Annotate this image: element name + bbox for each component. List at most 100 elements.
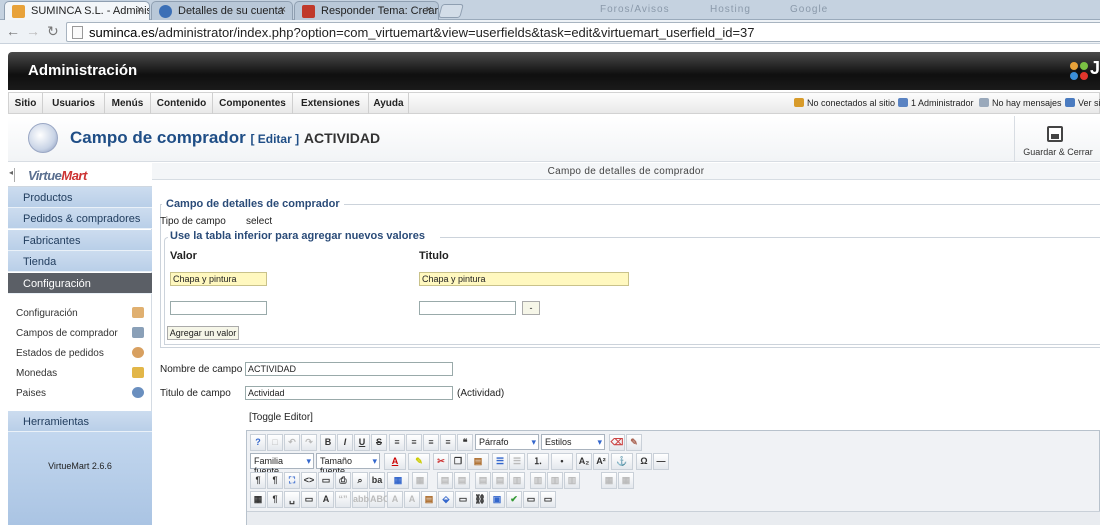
title-input[interactable] [419, 301, 516, 315]
attribs-icon[interactable]: ▤ [421, 491, 437, 508]
menu-componentes[interactable]: Componentes [213, 93, 293, 114]
pagebreak-icon[interactable]: ▭ [523, 491, 539, 508]
undo-icon[interactable]: ↶ [284, 434, 300, 451]
underline-icon[interactable]: U [354, 434, 370, 451]
align-center-icon[interactable]: ≡ [406, 434, 422, 451]
format-select[interactable]: Párrafo [475, 434, 539, 450]
rtl-icon[interactable]: ¶ [267, 472, 283, 489]
cell-props-icon[interactable]: ▦ [618, 472, 634, 489]
ins-icon[interactable]: A [404, 491, 420, 508]
url-input[interactable]: suminca.es/administrator/index.php?optio… [66, 22, 1100, 42]
anchor-icon[interactable]: ⚓ [611, 453, 633, 470]
ltr-icon[interactable]: ¶ [250, 472, 266, 489]
close-icon[interactable]: × [137, 4, 143, 16]
indent-icon[interactable]: ☰ [509, 453, 525, 470]
sidebar-item-productos[interactable]: Productos [8, 187, 152, 208]
cut-icon[interactable]: ✂ [433, 453, 449, 470]
sidebar-subitem-monedas[interactable]: Monedas [16, 367, 144, 379]
value-input[interactable]: Chapa y pintura [170, 272, 267, 286]
subscript-icon[interactable]: A₂ [576, 453, 592, 470]
find-icon[interactable]: ⌕ [352, 472, 368, 489]
menu-contenido[interactable]: Contenido [151, 93, 213, 114]
close-icon[interactable]: × [426, 4, 432, 16]
reload-icon[interactable]: ↻ [47, 23, 59, 40]
html-source-icon[interactable]: <> [301, 472, 317, 489]
highlight-icon[interactable]: ✎ [408, 453, 430, 470]
title-input[interactable]: Chapa y pintura [419, 272, 629, 286]
col-after-icon[interactable]: ▥ [547, 472, 563, 489]
editor-content-area[interactable] [247, 511, 1100, 525]
field-name-input[interactable]: ACTIVIDAD [245, 362, 453, 376]
align-justify-icon[interactable]: ≡ [440, 434, 456, 451]
table-props-icon[interactable]: ▦ [412, 472, 428, 489]
sidebar-subitem-campos[interactable]: Campos de comprador [16, 327, 144, 339]
menu-sitio[interactable]: Sitio [9, 93, 43, 114]
align-left-icon[interactable]: ≡ [389, 434, 405, 451]
split-cells-icon[interactable]: ▥ [509, 472, 525, 489]
styleprops-icon[interactable]: A [318, 491, 334, 508]
status-admins[interactable]: 1 Administrador [898, 98, 974, 108]
sidebar-item-pedidos[interactable]: Pedidos & compradores [8, 208, 152, 229]
special-char-icon[interactable]: Ω [636, 453, 652, 470]
abbr-icon[interactable]: abbr [352, 491, 373, 508]
status-visitors[interactable]: No conectados al sitio [794, 98, 895, 108]
sidebar-item-fabricantes[interactable]: Fabricantes [8, 230, 152, 251]
save-close-button[interactable]: Guardar & Cerrar [1014, 116, 1100, 162]
forward-icon[interactable]: → [26, 23, 40, 39]
tab-detalles[interactable]: Detalles de su cuenta × [151, 1, 293, 20]
tab-suminca[interactable]: SUMINCA S.L. - Administr × [4, 1, 150, 20]
replace-icon[interactable]: ba [369, 472, 385, 489]
numbered-list-icon[interactable]: ⒈ [527, 453, 549, 470]
strikethrough-icon[interactable]: S [371, 434, 387, 451]
row-props-icon[interactable]: ▤ [475, 472, 491, 489]
font-family-select[interactable]: Familia fuente [250, 453, 314, 476]
readmore-icon[interactable]: ▭ [540, 491, 556, 508]
toggle-editor-link[interactable]: [Toggle Editor] [249, 412, 313, 423]
redo-icon[interactable]: ↷ [301, 434, 317, 451]
layer-up-icon[interactable]: ▭ [455, 491, 471, 508]
align-right-icon[interactable]: ≡ [423, 434, 439, 451]
sidebar-item-herramientas[interactable]: Herramientas [8, 411, 152, 432]
row-after-icon[interactable]: ▤ [454, 472, 470, 489]
field-title-input[interactable]: Actividad [245, 386, 453, 400]
remove-value-button[interactable]: - [522, 301, 540, 315]
copy-icon[interactable]: ❐ [450, 453, 466, 470]
value-input[interactable] [170, 301, 267, 315]
sidebar-item-tienda[interactable]: Tienda [8, 251, 152, 272]
help-icon[interactable]: ? [250, 434, 266, 451]
preview-icon[interactable]: ▭ [318, 472, 334, 489]
sidebar-subitem-paises[interactable]: Paises [16, 387, 144, 399]
italic-icon[interactable]: I [337, 434, 353, 451]
fullscreen-icon[interactable]: ⛶ [284, 472, 300, 489]
visual-aid-icon[interactable]: ▦ [250, 491, 266, 508]
sidebar-item-configuracion[interactable]: Configuración [8, 273, 152, 294]
back-icon[interactable]: ← [6, 23, 20, 39]
col-before-icon[interactable]: ▥ [530, 472, 546, 489]
table-icon[interactable]: ▦ [387, 472, 409, 489]
status-view-site[interactable]: Ver si [1065, 98, 1100, 108]
menu-ayuda[interactable]: Ayuda [369, 93, 409, 114]
sidebar-subitem-estados[interactable]: Estados de pedidos [16, 347, 144, 359]
menu-menus[interactable]: Menús [105, 93, 151, 114]
close-icon[interactable]: × [280, 4, 286, 16]
clear-format-icon[interactable]: ⌫ [609, 434, 625, 451]
new-document-icon[interactable]: □ [267, 434, 283, 451]
delete-row-icon[interactable]: ▤ [492, 472, 508, 489]
cite-icon[interactable]: “” [335, 491, 351, 508]
delete-col-icon[interactable]: ▥ [564, 472, 580, 489]
paste-icon[interactable]: ▤ [467, 453, 489, 470]
blockquote-icon[interactable]: ❝ [457, 434, 473, 451]
row-before-icon[interactable]: ▤ [437, 472, 453, 489]
add-value-button[interactable]: Agregar un valor [167, 326, 239, 340]
template-icon[interactable]: ▭ [301, 491, 317, 508]
text-color-icon[interactable]: A [384, 453, 406, 470]
search-replace-icon[interactable]: ☰ [492, 453, 508, 470]
del-icon[interactable]: A [387, 491, 403, 508]
spellcheck-icon[interactable]: ✔ [506, 491, 522, 508]
cleanup-icon[interactable]: ✎ [626, 434, 642, 451]
acronym-icon[interactable]: ABC [369, 491, 390, 508]
bold-icon[interactable]: B [320, 434, 336, 451]
bulleted-list-icon[interactable]: • [551, 453, 573, 470]
collapse-icon[interactable]: ◂ [9, 168, 15, 182]
tab-responder[interactable]: Responder Tema: Crear un × [294, 1, 439, 20]
